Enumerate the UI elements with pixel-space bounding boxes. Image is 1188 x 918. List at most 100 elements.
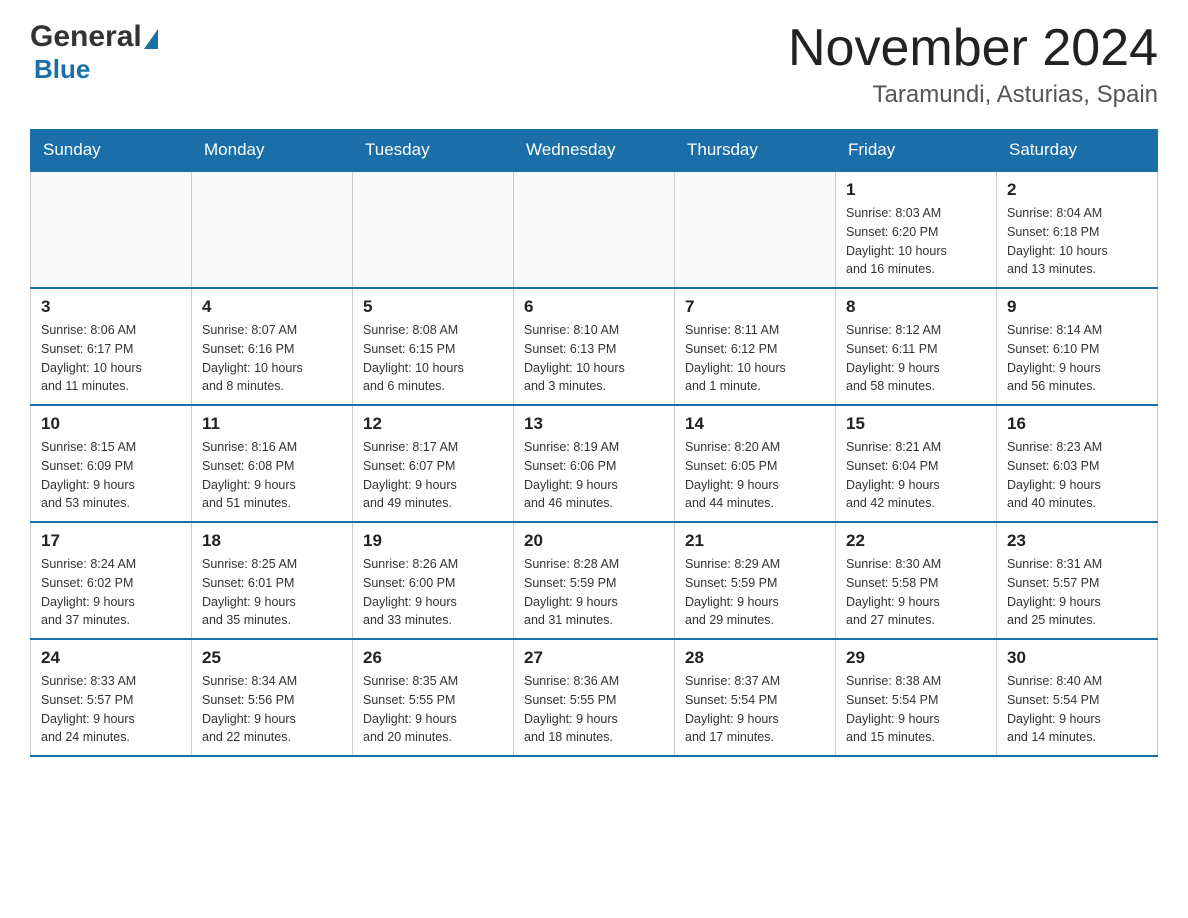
calendar-week-row: 1 Sunrise: 8:03 AM Sunset: 6:20 PM Daylig… [31,171,1158,288]
calendar-cell: 13 Sunrise: 8:19 AM Sunset: 6:06 PM Dayli… [514,405,675,522]
day-info: Sunrise: 8:33 AM Sunset: 5:57 PM Dayligh… [41,672,181,747]
day-info: Sunrise: 8:34 AM Sunset: 5:56 PM Dayligh… [202,672,342,747]
day-info: Sunrise: 8:11 AM Sunset: 6:12 PM Dayligh… [685,321,825,396]
weekday-header-wednesday: Wednesday [514,130,675,172]
weekday-header-friday: Friday [836,130,997,172]
logo-general-text: General [30,20,142,54]
calendar-week-row: 17 Sunrise: 8:24 AM Sunset: 6:02 PM Dayli… [31,522,1158,639]
day-number: 1 [846,180,986,200]
calendar-cell: 8 Sunrise: 8:12 AM Sunset: 6:11 PM Daylig… [836,288,997,405]
calendar-cell: 21Sunrise: 8:29 AM Sunset: 5:59 PM Dayli… [675,522,836,639]
calendar-cell: 20 Sunrise: 8:28 AM Sunset: 5:59 PM Dayli… [514,522,675,639]
day-number: 28 [685,648,825,668]
day-info: Sunrise: 8:40 AM Sunset: 5:54 PM Dayligh… [1007,672,1147,747]
day-number: 17 [41,531,181,551]
day-info: Sunrise: 8:38 AM Sunset: 5:54 PM Dayligh… [846,672,986,747]
day-info: Sunrise: 8:04 AM Sunset: 6:18 PM Dayligh… [1007,204,1147,279]
day-info: Sunrise: 8:14 AM Sunset: 6:10 PM Dayligh… [1007,321,1147,396]
day-info: Sunrise: 8:21 AM Sunset: 6:04 PM Dayligh… [846,438,986,513]
weekday-header-row: SundayMondayTuesdayWednesdayThursdayFrid… [31,130,1158,172]
weekday-header-monday: Monday [192,130,353,172]
day-info: Sunrise: 8:16 AM Sunset: 6:08 PM Dayligh… [202,438,342,513]
day-info: Sunrise: 8:07 AM Sunset: 6:16 PM Dayligh… [202,321,342,396]
day-info: Sunrise: 8:23 AM Sunset: 6:03 PM Dayligh… [1007,438,1147,513]
calendar-week-row: 24 Sunrise: 8:33 AM Sunset: 5:57 PM Dayli… [31,639,1158,756]
calendar-cell: 18Sunrise: 8:25 AM Sunset: 6:01 PM Dayli… [192,522,353,639]
page-header: General Blue November 2024 Taramundi, As… [30,20,1158,109]
calendar-cell: 5 Sunrise: 8:08 AM Sunset: 6:15 PM Daylig… [353,288,514,405]
day-number: 22 [846,531,986,551]
day-number: 30 [1007,648,1147,668]
day-number: 10 [41,414,181,434]
calendar-week-row: 10 Sunrise: 8:15 AM Sunset: 6:09 PM Dayli… [31,405,1158,522]
weekday-header-sunday: Sunday [31,130,192,172]
logo: General Blue [30,20,158,85]
day-number: 6 [524,297,664,317]
calendar-cell: 16 Sunrise: 8:23 AM Sunset: 6:03 PM Dayli… [997,405,1158,522]
calendar-cell [514,171,675,288]
day-number: 8 [846,297,986,317]
day-number: 16 [1007,414,1147,434]
location-title: Taramundi, Asturias, Spain [788,81,1158,109]
day-info: Sunrise: 8:08 AM Sunset: 6:15 PM Dayligh… [363,321,503,396]
day-info: Sunrise: 8:28 AM Sunset: 5:59 PM Dayligh… [524,555,664,630]
day-info: Sunrise: 8:03 AM Sunset: 6:20 PM Dayligh… [846,204,986,279]
day-info: Sunrise: 8:12 AM Sunset: 6:11 PM Dayligh… [846,321,986,396]
day-number: 12 [363,414,503,434]
logo-blue-text: Blue [34,54,90,84]
calendar-cell: 26Sunrise: 8:35 AM Sunset: 5:55 PM Dayli… [353,639,514,756]
calendar-cell: 15 Sunrise: 8:21 AM Sunset: 6:04 PM Dayli… [836,405,997,522]
calendar-cell: 24 Sunrise: 8:33 AM Sunset: 5:57 PM Dayli… [31,639,192,756]
calendar-cell: 25 Sunrise: 8:34 AM Sunset: 5:56 PM Dayli… [192,639,353,756]
day-number: 7 [685,297,825,317]
calendar-cell: 29Sunrise: 8:38 AM Sunset: 5:54 PM Dayli… [836,639,997,756]
month-title: November 2024 [788,20,1158,77]
calendar-cell: 10 Sunrise: 8:15 AM Sunset: 6:09 PM Dayli… [31,405,192,522]
calendar-cell: 3 Sunrise: 8:06 AM Sunset: 6:17 PM Daylig… [31,288,192,405]
day-info: Sunrise: 8:15 AM Sunset: 6:09 PM Dayligh… [41,438,181,513]
day-info: Sunrise: 8:30 AM Sunset: 5:58 PM Dayligh… [846,555,986,630]
calendar-cell: 28 Sunrise: 8:37 AM Sunset: 5:54 PM Dayli… [675,639,836,756]
calendar-cell [353,171,514,288]
weekday-header-saturday: Saturday [997,130,1158,172]
calendar-cell [192,171,353,288]
calendar-cell: 1 Sunrise: 8:03 AM Sunset: 6:20 PM Daylig… [836,171,997,288]
day-number: 19 [363,531,503,551]
title-block: November 2024 Taramundi, Asturias, Spain [788,20,1158,109]
calendar-cell: 23 Sunrise: 8:31 AM Sunset: 5:57 PM Dayli… [997,522,1158,639]
calendar-cell: 14Sunrise: 8:20 AM Sunset: 6:05 PM Dayli… [675,405,836,522]
day-info: Sunrise: 8:24 AM Sunset: 6:02 PM Dayligh… [41,555,181,630]
weekday-header-thursday: Thursday [675,130,836,172]
day-info: Sunrise: 8:10 AM Sunset: 6:13 PM Dayligh… [524,321,664,396]
day-number: 21 [685,531,825,551]
calendar-cell: 17 Sunrise: 8:24 AM Sunset: 6:02 PM Dayli… [31,522,192,639]
day-number: 11 [202,414,342,434]
day-number: 13 [524,414,664,434]
day-number: 2 [1007,180,1147,200]
day-number: 20 [524,531,664,551]
calendar-cell: 7 Sunrise: 8:11 AM Sunset: 6:12 PM Daylig… [675,288,836,405]
weekday-header-tuesday: Tuesday [353,130,514,172]
calendar-cell: 27Sunrise: 8:36 AM Sunset: 5:55 PM Dayli… [514,639,675,756]
day-info: Sunrise: 8:36 AM Sunset: 5:55 PM Dayligh… [524,672,664,747]
day-info: Sunrise: 8:06 AM Sunset: 6:17 PM Dayligh… [41,321,181,396]
day-info: Sunrise: 8:26 AM Sunset: 6:00 PM Dayligh… [363,555,503,630]
day-number: 23 [1007,531,1147,551]
day-number: 5 [363,297,503,317]
day-number: 25 [202,648,342,668]
calendar-cell: 4 Sunrise: 8:07 AM Sunset: 6:16 PM Daylig… [192,288,353,405]
day-info: Sunrise: 8:31 AM Sunset: 5:57 PM Dayligh… [1007,555,1147,630]
day-number: 24 [41,648,181,668]
calendar-cell: 30 Sunrise: 8:40 AM Sunset: 5:54 PM Dayli… [997,639,1158,756]
day-number: 15 [846,414,986,434]
calendar-cell: 6 Sunrise: 8:10 AM Sunset: 6:13 PM Daylig… [514,288,675,405]
day-number: 4 [202,297,342,317]
day-info: Sunrise: 8:19 AM Sunset: 6:06 PM Dayligh… [524,438,664,513]
calendar-cell: 11 Sunrise: 8:16 AM Sunset: 6:08 PM Dayli… [192,405,353,522]
calendar-cell [31,171,192,288]
day-number: 3 [41,297,181,317]
day-number: 26 [363,648,503,668]
day-info: Sunrise: 8:37 AM Sunset: 5:54 PM Dayligh… [685,672,825,747]
calendar-cell: 19 Sunrise: 8:26 AM Sunset: 6:00 PM Dayli… [353,522,514,639]
calendar-cell: 9Sunrise: 8:14 AM Sunset: 6:10 PM Daylig… [997,288,1158,405]
